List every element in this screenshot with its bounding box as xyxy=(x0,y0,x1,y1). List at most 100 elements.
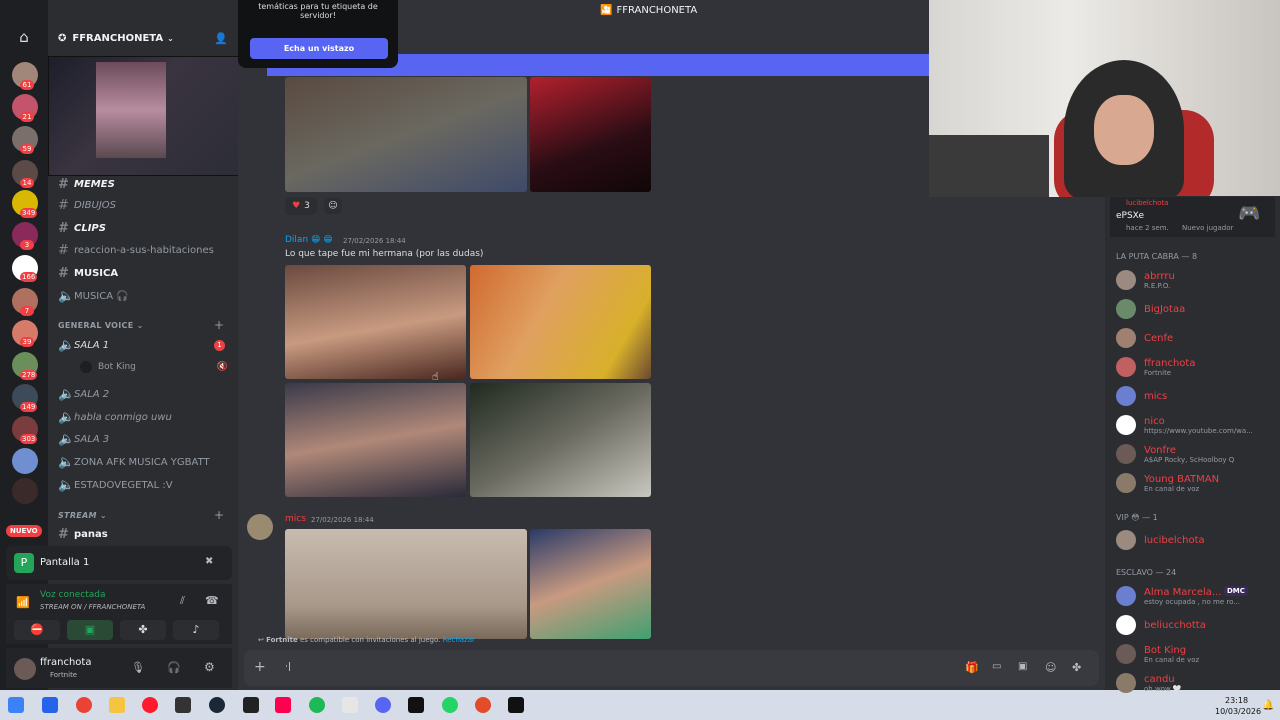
category-stream[interactable]: STREAM ⌄ xyxy=(58,511,107,520)
member-info: BigJotaa xyxy=(1144,304,1185,315)
attachment-image[interactable] xyxy=(530,529,651,639)
member-name: nico xyxy=(1144,415,1165,427)
message-input[interactable]: ·| xyxy=(285,662,291,672)
voice-user-bot-king[interactable]: Bot King 🔇 xyxy=(80,361,228,373)
channel-clips[interactable]: # CLIPS xyxy=(58,218,106,238)
member-item[interactable]: candu oh wow 🤍 xyxy=(1116,673,1182,693)
user-avatar[interactable] xyxy=(14,658,36,680)
attachment-image[interactable] xyxy=(530,77,651,192)
voice-channel-habla[interactable]: 🔈 habla conmigo uwu xyxy=(58,407,172,427)
notification-bell-icon[interactable]: 🔔 xyxy=(1262,700,1274,711)
member-info: candu oh wow 🤍 xyxy=(1144,674,1182,693)
signal-icon: 📶 xyxy=(16,596,30,609)
clock-date[interactable]: 10/03/2026 xyxy=(1215,707,1261,716)
member-item[interactable]: abrrru R.E.P.O. xyxy=(1116,270,1175,290)
whatsapp-icon[interactable] xyxy=(442,697,458,713)
disconnect-icon[interactable]: ☎ xyxy=(205,594,219,607)
member-info: Bot King En canal de voz xyxy=(1144,645,1199,664)
member-item[interactable]: Alma Marcela... estoy ocupada , no me ro.… xyxy=(1116,586,1240,606)
capcut-icon[interactable] xyxy=(408,697,424,713)
add-member-icon[interactable]: 👤 xyxy=(214,32,228,45)
member-item[interactable]: mics xyxy=(1116,386,1167,406)
tiktok-icon[interactable] xyxy=(275,697,291,713)
author-avatar[interactable] xyxy=(247,514,273,540)
activities-button[interactable]: ✤ xyxy=(120,620,166,640)
server-icon[interactable] xyxy=(12,448,38,474)
server-header[interactable]: ✪ FFRANCHONETA ⌄ 👤 xyxy=(58,30,228,46)
attachment-image[interactable] xyxy=(285,383,466,497)
headphones-icon[interactable]: 🎧 xyxy=(167,661,181,674)
emoji-icon[interactable]: ☺ xyxy=(1045,661,1056,674)
chrome-icon[interactable] xyxy=(76,697,92,713)
channel-musica[interactable]: # MUSICA xyxy=(58,263,118,283)
add-channel-icon[interactable]: + xyxy=(214,318,224,332)
channel-label: MEMES xyxy=(74,178,115,190)
channel-label: habla conmigo uwu xyxy=(74,411,172,423)
windows-start-icon[interactable] xyxy=(8,697,24,713)
member-item[interactable]: Bot King En canal de voz xyxy=(1116,644,1199,664)
microphone-icon[interactable]: 🎙 xyxy=(131,661,145,674)
screen-share-button[interactable]: ▣ xyxy=(67,620,113,640)
attachment-image[interactable] xyxy=(470,265,651,379)
member-item[interactable]: Vonfre A$AP Rocky, ScHoolboy Q xyxy=(1116,444,1234,464)
voice-channel-sala3[interactable]: 🔈 SALA 3 xyxy=(58,429,109,449)
voice-channel-musica[interactable]: 🔈 MUSICA 🎧 xyxy=(58,286,129,306)
reaction-heart[interactable]: ♥ 3 xyxy=(285,197,317,215)
member-item[interactable]: lucibelchota xyxy=(1116,530,1205,550)
voice-channel-sala1[interactable]: 🔈 SALA 1 xyxy=(58,335,109,355)
opera-icon[interactable] xyxy=(142,697,158,713)
member-item[interactable]: beliucchotta xyxy=(1116,615,1206,635)
app-icon[interactable] xyxy=(475,697,491,713)
close-stream-icon[interactable]: ✖ xyxy=(205,556,213,567)
message-author[interactable]: mics xyxy=(285,514,306,524)
capcut-icon[interactable] xyxy=(508,697,524,713)
attachment-image[interactable] xyxy=(285,529,527,639)
gift-icon[interactable]: 🎁 xyxy=(965,661,979,674)
server-icon[interactable] xyxy=(12,478,38,504)
voice-channel-estado[interactable]: 🔈 ESTADOVEGETAL :V xyxy=(58,475,173,495)
member-item[interactable]: Cenfe xyxy=(1116,328,1173,348)
add-reaction-icon[interactable]: ☺ xyxy=(324,198,342,214)
member-item[interactable]: BigJotaa xyxy=(1116,299,1185,319)
member-item[interactable]: nico https://www.youtube.com/wa... xyxy=(1116,415,1253,435)
discord-taskbar-icon[interactable] xyxy=(375,697,391,713)
noise-suppression-icon[interactable]: ⫽ xyxy=(180,594,185,608)
voice-channel-sala2[interactable]: 🔈 SALA 2 xyxy=(58,384,109,404)
add-channel-icon[interactable]: + xyxy=(214,508,224,522)
steam-icon[interactable] xyxy=(209,697,225,713)
app-icon[interactable] xyxy=(175,697,191,713)
member-item[interactable]: Young BATMAN En canal de voz xyxy=(1116,473,1219,493)
member-item[interactable]: ffranchota Fortnite xyxy=(1116,357,1195,377)
app-icon[interactable] xyxy=(342,697,358,713)
clock-time[interactable]: 23:18 xyxy=(1225,696,1248,705)
voice-channel-zona[interactable]: 🔈 ZONA AFK MUSICA YGBATT xyxy=(58,452,210,472)
settings-gear-icon[interactable]: ⚙ xyxy=(204,660,215,674)
attachment-image[interactable] xyxy=(285,265,466,379)
check-it-out-button[interactable]: Echa un vistazo xyxy=(250,38,388,59)
reaction-count: 3 xyxy=(304,201,310,211)
discord-home-icon[interactable]: ⌂ xyxy=(12,26,36,48)
soundboard-button[interactable]: ♪ xyxy=(173,620,219,640)
message-author[interactable]: Dilan 😁 😁 xyxy=(285,235,333,245)
member-group-header: LA PUTA CABRA — 8 xyxy=(1116,252,1198,261)
epic-games-icon[interactable] xyxy=(243,697,259,713)
channel-reaccion[interactable]: # reaccion-a-sus-habitaciones xyxy=(58,240,214,260)
file-explorer-icon[interactable] xyxy=(109,697,125,713)
gif-icon[interactable]: ▭ xyxy=(992,661,1001,672)
apps-icon[interactable]: ✤ xyxy=(1072,661,1081,674)
member-name: Bot King xyxy=(1144,644,1187,656)
dismiss-link[interactable]: Rechazar xyxy=(443,636,475,644)
avatar xyxy=(1116,357,1136,377)
spotify-icon[interactable] xyxy=(309,697,325,713)
category-general-voice[interactable]: GENERAL VOICE ⌄ xyxy=(58,321,144,330)
channel-panas[interactable]: # panas xyxy=(58,524,108,544)
attachment-image[interactable] xyxy=(470,383,651,497)
channel-dibujos[interactable]: # DIBUJOS xyxy=(58,195,116,215)
sticker-icon[interactable]: ▣ xyxy=(1018,661,1027,672)
attach-plus-icon[interactable]: + xyxy=(254,659,266,675)
widgets-icon[interactable] xyxy=(42,697,58,713)
channel-memes[interactable]: # MEMES xyxy=(58,174,115,194)
mention-badge: 3 xyxy=(20,240,34,250)
camera-off-button[interactable]: ⛔ xyxy=(14,620,60,640)
attachment-image[interactable] xyxy=(285,77,527,192)
